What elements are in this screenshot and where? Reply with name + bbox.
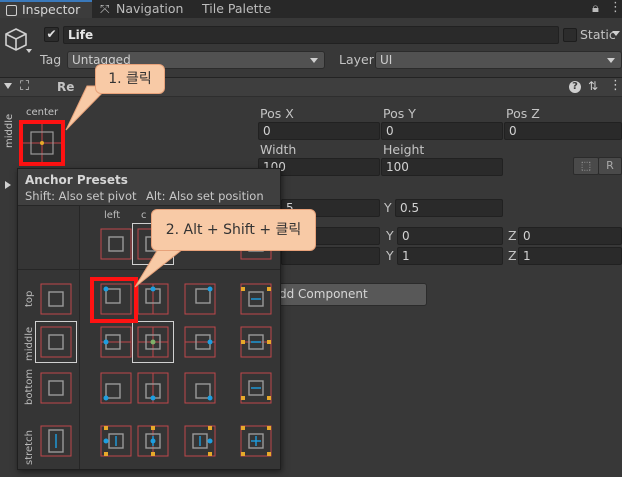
active-checkbox[interactable]: ✔ [44,27,59,42]
scale-y-input[interactable]: 1 [397,247,503,265]
highlight-anchor-button [19,120,65,166]
row-stretch-label: stretch [24,430,35,465]
pos-y-input[interactable]: 0 [381,122,503,140]
blueprint-mode-button[interactable]: ⬚ [573,157,599,175]
help-icon[interactable]: ? [569,81,581,93]
row-middle-label: middle [24,326,35,361]
rot-z-label: Z [508,228,517,243]
pos-z-label: Pos Z [506,106,540,121]
preset-stretch-stretch[interactable] [240,425,272,457]
preset-stretch-top[interactable] [240,283,272,315]
popup-title: Anchor Presets [25,173,128,187]
rot-y-label: Y [386,228,394,243]
col-center-label: c [141,210,147,221]
tag-label: Tag [40,52,62,67]
row-bottom-label: bottom [24,368,35,405]
pivot-y-input[interactable]: 0.5 [395,199,503,217]
rot-z-input[interactable]: 0 [518,227,622,245]
preset-none-bottom[interactable] [40,372,72,404]
foldout-arrow-icon[interactable] [5,181,11,189]
tab-tile-palette[interactable]: Tile Palette [202,0,282,18]
tab-inspector[interactable]: Inspector [0,0,92,18]
popup-hint-alt: Alt: Also set position [146,189,264,203]
object-name-input[interactable]: Life [63,26,559,44]
preset-center-stretch[interactable] [137,425,169,457]
pos-x-input[interactable]: 0 [258,122,380,140]
scale-y-label: Y [386,248,394,263]
layer-value: UI [380,53,393,67]
callout-step2: 2. Alt + Shift + 클릭 [134,209,316,288]
preset-left-bottom[interactable] [100,372,132,404]
preset-center-bottom[interactable] [137,372,169,404]
gameobject-cube-icon [4,26,32,57]
more-menu-icon[interactable]: ⋮ [609,0,622,15]
pos-z-input[interactable]: 0 [504,122,622,140]
preset-none-top[interactable] [40,283,72,315]
tab-inspector-label: Inspector [22,2,81,17]
chevron-down-icon [310,58,318,63]
static-checkbox[interactable] [563,28,577,42]
highlight-preset-top-left [90,277,138,323]
lock-icon[interactable]: 🔒︎ [592,1,599,16]
callout-step1-text: 1. 클릭 [95,64,165,94]
anchor-h-label: center [26,107,59,118]
tab-navigation[interactable]: ⤧ Navigation [96,0,196,18]
preset-right-stretch[interactable] [184,425,216,457]
preset-right-bottom[interactable] [184,372,216,404]
scale-z-input[interactable]: 1 [518,247,622,265]
callout-step2-text: 2. Alt + Shift + 클릭 [151,209,316,251]
more-menu-icon[interactable]: ⋮ [609,78,622,93]
width-label: Width [260,142,297,157]
row-top-label: top [24,290,35,307]
preset-right-middle[interactable] [184,326,216,358]
raw-edit-button[interactable]: R [598,157,622,175]
preset-center-middle[interactable] [132,321,174,363]
preset-left-stretch[interactable] [100,425,132,457]
chevron-down-icon [607,58,615,63]
height-label: Height [383,142,425,157]
anchor-v-label: middle [4,113,15,148]
foldout-arrow-icon[interactable] [4,83,12,89]
presets-icon[interactable]: ⇅ [588,79,598,93]
height-input[interactable]: 100 [381,158,503,176]
preset-none-middle[interactable] [35,321,77,363]
scale-z-label: Z [508,248,517,263]
preset-none-stretch[interactable] [40,425,72,457]
preset-left-middle[interactable] [100,326,132,358]
grid-divider-v [79,205,80,469]
pos-x-label: Pos X [260,106,294,121]
tab-bar [0,0,622,18]
rect-transform-icon: ⛶ [20,79,30,94]
preset-stretch-bottom[interactable] [240,372,272,404]
navigation-icon: ⤧ [100,2,110,16]
info-icon [6,5,17,16]
static-label: Static [580,27,616,42]
pos-y-label: Pos Y [383,106,416,121]
col-left-label: left [104,210,121,221]
tab-tile-palette-label: Tile Palette [202,1,272,16]
pivot-y-label: Y [384,200,392,215]
layer-label: Layer [339,52,374,67]
static-dropdown-arrow-icon[interactable] [612,31,620,36]
layer-dropdown[interactable]: UI [375,51,622,69]
rot-y-input[interactable]: 0 [397,227,503,245]
callout-step1: 1. 클릭 [65,64,165,131]
preset-left-none[interactable] [100,228,132,260]
popup-hint-shift: Shift: Also set pivot [25,189,137,203]
tab-navigation-label: Navigation [116,1,184,16]
preset-stretch-middle[interactable] [240,326,272,358]
add-component-button[interactable]: dd Component [270,283,427,306]
